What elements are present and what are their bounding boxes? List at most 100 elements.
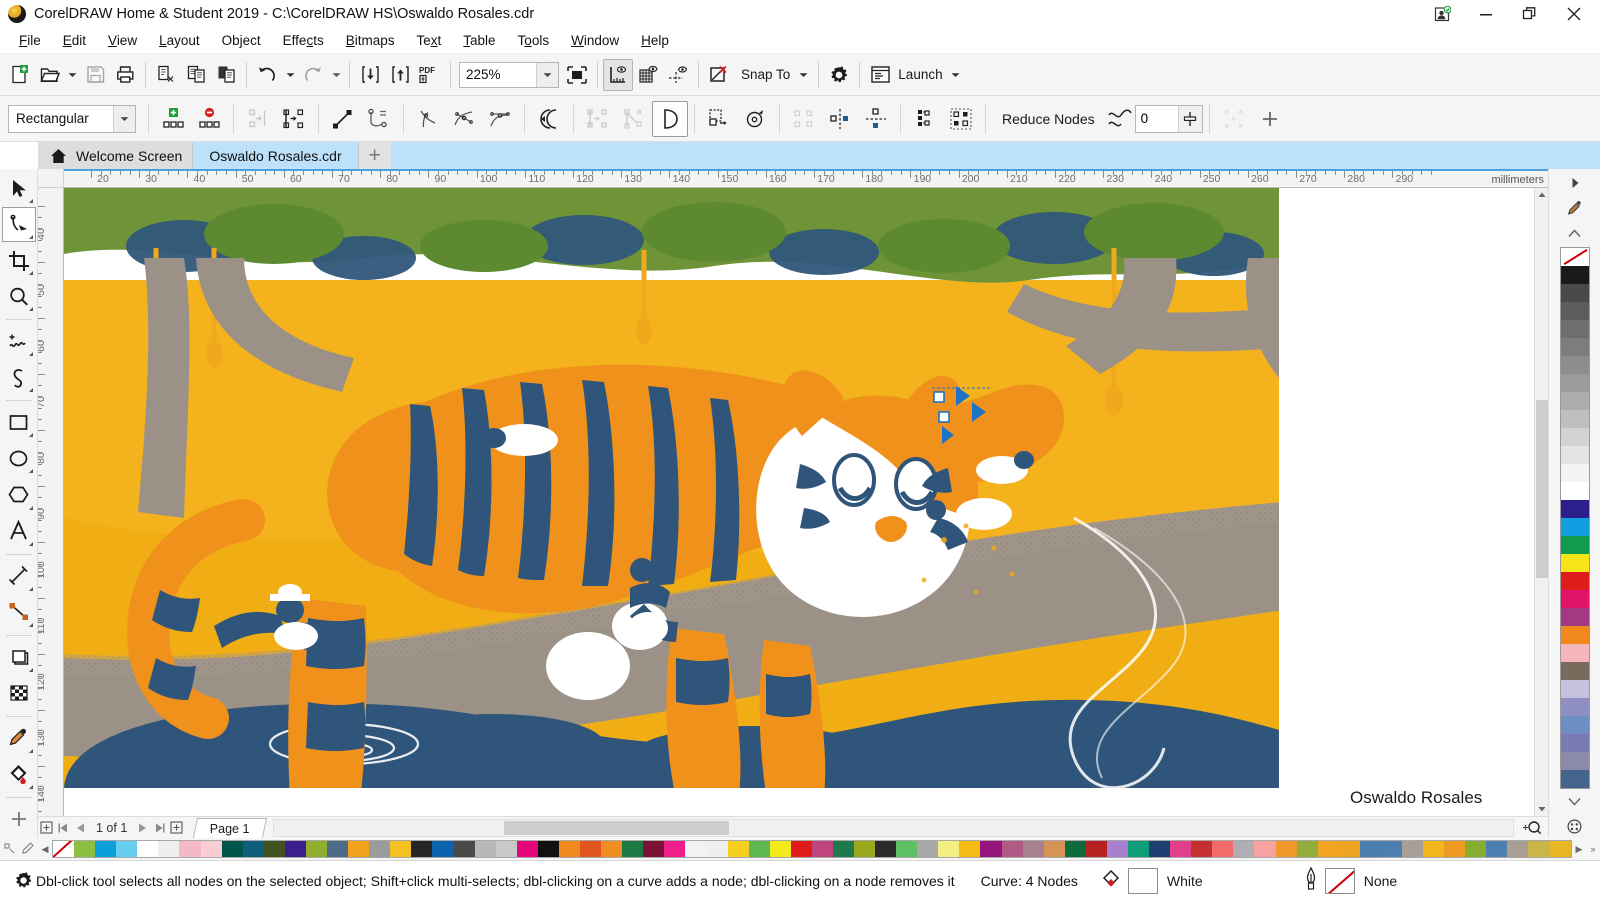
- color-swatch[interactable]: [706, 841, 728, 857]
- smooth-node-icon[interactable]: [446, 101, 482, 137]
- artwork-tiger-illustration[interactable]: Oswaldo Rosales: [64, 188, 1531, 788]
- color-swatch[interactable]: [348, 841, 370, 857]
- color-swatch[interactable]: [221, 841, 243, 857]
- flyout-arrow-icon[interactable]: [28, 433, 33, 438]
- no-color-swatch[interactable]: [1560, 247, 1589, 266]
- color-swatch[interactable]: [601, 841, 623, 857]
- palette-scroll-left-icon[interactable]: ◀: [38, 839, 52, 859]
- color-swatch[interactable]: [411, 841, 433, 857]
- color-swatch[interactable]: [495, 841, 517, 857]
- color-eyedropper-tool[interactable]: [2, 721, 36, 756]
- align-nodes-icon[interactable]: [786, 101, 822, 137]
- color-swatch[interactable]: [1560, 499, 1589, 518]
- color-swatch[interactable]: [1560, 445, 1589, 464]
- flyout-arrow-icon[interactable]: [28, 586, 33, 591]
- printer-icon[interactable]: [110, 59, 140, 91]
- previous-page-icon[interactable]: [72, 818, 89, 837]
- chevron-down-icon[interactable]: [113, 105, 135, 132]
- scroll-up-icon[interactable]: [1535, 188, 1549, 202]
- curve-smoothness-input[interactable]: [1135, 105, 1178, 132]
- color-swatch[interactable]: [1170, 841, 1192, 857]
- import-arrow-down-icon[interactable]: [355, 59, 385, 91]
- color-swatch[interactable]: [980, 841, 1002, 857]
- color-swatch[interactable]: [179, 841, 201, 857]
- color-swatch[interactable]: [1402, 841, 1424, 857]
- color-swatch[interactable]: [1560, 535, 1589, 554]
- flyout-arrow-icon[interactable]: [28, 748, 33, 753]
- color-swatch[interactable]: [917, 841, 939, 857]
- fullscreen-preview-icon[interactable]: [562, 59, 592, 91]
- add-page-after-icon[interactable]: [168, 818, 185, 837]
- color-swatch[interactable]: [1560, 481, 1589, 500]
- color-swatch[interactable]: [1560, 625, 1589, 644]
- eyedropper-icon[interactable]: [1563, 196, 1587, 219]
- symmetrical-node-icon[interactable]: [482, 101, 518, 137]
- reflect-horizontal-icon[interactable]: [822, 101, 858, 137]
- interactive-fill-tool[interactable]: [2, 757, 36, 792]
- flyout-arrow-icon[interactable]: [28, 307, 33, 312]
- copy-icon[interactable]: [181, 59, 211, 91]
- menu-bitmaps[interactable]: Bitmaps: [335, 30, 406, 51]
- straight-line-connector-tool[interactable]: [2, 595, 36, 630]
- color-swatch[interactable]: [1127, 841, 1150, 857]
- color-swatch[interactable]: [1560, 463, 1589, 482]
- flyout-arrow-icon[interactable]: [28, 667, 33, 672]
- menu-text[interactable]: Text: [405, 30, 452, 51]
- color-swatch[interactable]: [1560, 301, 1589, 320]
- scroll-down-icon[interactable]: [1535, 802, 1549, 816]
- color-swatch[interactable]: [327, 841, 349, 857]
- ruler-origin-corner[interactable]: [38, 169, 64, 188]
- canvas-horizontal-scrollbar[interactable]: [272, 818, 1514, 837]
- color-swatch[interactable]: [137, 841, 159, 857]
- add-node-icon[interactable]: [155, 101, 191, 137]
- color-swatch[interactable]: [664, 841, 686, 857]
- color-swatch[interactable]: [896, 841, 918, 857]
- color-swatch[interactable]: [1359, 841, 1381, 857]
- color-swatch[interactable]: [516, 841, 538, 857]
- cusp-node-icon[interactable]: [410, 101, 446, 137]
- color-swatch[interactable]: [1296, 841, 1318, 857]
- color-swatch[interactable]: [1191, 841, 1213, 857]
- zoom-level-input[interactable]: [460, 62, 536, 87]
- color-swatch[interactable]: [1486, 841, 1508, 857]
- color-swatch[interactable]: [95, 841, 117, 857]
- zoom-level-combo[interactable]: [459, 61, 559, 88]
- gear-options-icon[interactable]: [10, 870, 36, 891]
- color-swatch[interactable]: [938, 841, 960, 857]
- menu-table[interactable]: Table: [452, 30, 506, 51]
- delete-node-icon[interactable]: [191, 101, 227, 137]
- curve-smoothness-spinner[interactable]: [1134, 104, 1203, 133]
- vertical-color-swatches[interactable]: [1559, 246, 1590, 789]
- color-swatch[interactable]: [579, 841, 602, 857]
- artistic-media-tool[interactable]: [2, 360, 36, 395]
- drop-shadow-tool[interactable]: [2, 640, 36, 675]
- flyout-arrow-icon[interactable]: [28, 469, 33, 474]
- paste-icon[interactable]: [211, 59, 241, 91]
- new-document-icon[interactable]: [4, 59, 34, 91]
- color-swatch[interactable]: [453, 841, 475, 857]
- close-icon[interactable]: [1552, 0, 1596, 28]
- color-swatch[interactable]: [1560, 697, 1589, 716]
- color-swatch[interactable]: [1560, 283, 1589, 302]
- color-swatch[interactable]: [1560, 517, 1589, 536]
- menu-effects[interactable]: Effects: [272, 30, 335, 51]
- export-arrow-up-icon[interactable]: [385, 59, 415, 91]
- guideline-eye-icon[interactable]: [663, 59, 693, 91]
- text-tool[interactable]: [2, 514, 36, 549]
- color-swatch[interactable]: [1085, 841, 1107, 857]
- launch-dropdown-icon[interactable]: [948, 72, 964, 78]
- polygon-tool[interactable]: [2, 477, 36, 512]
- color-swatch[interactable]: [769, 841, 791, 857]
- clear-transform-icon[interactable]: [704, 59, 734, 91]
- palette-expand-icon[interactable]: »: [1586, 839, 1600, 859]
- panel-expand-icon[interactable]: [1563, 171, 1587, 194]
- color-swatch[interactable]: [790, 841, 812, 857]
- color-swatch[interactable]: [1317, 841, 1339, 857]
- color-swatch[interactable]: [622, 841, 644, 857]
- ruler-eye-icon[interactable]: [603, 58, 633, 91]
- rectangle-tool[interactable]: [2, 405, 36, 440]
- first-page-icon[interactable]: [55, 818, 72, 837]
- color-swatch[interactable]: [1560, 427, 1589, 446]
- page-tab-page-1[interactable]: Page 1: [193, 817, 268, 838]
- reflect-vertical-icon[interactable]: [858, 101, 894, 137]
